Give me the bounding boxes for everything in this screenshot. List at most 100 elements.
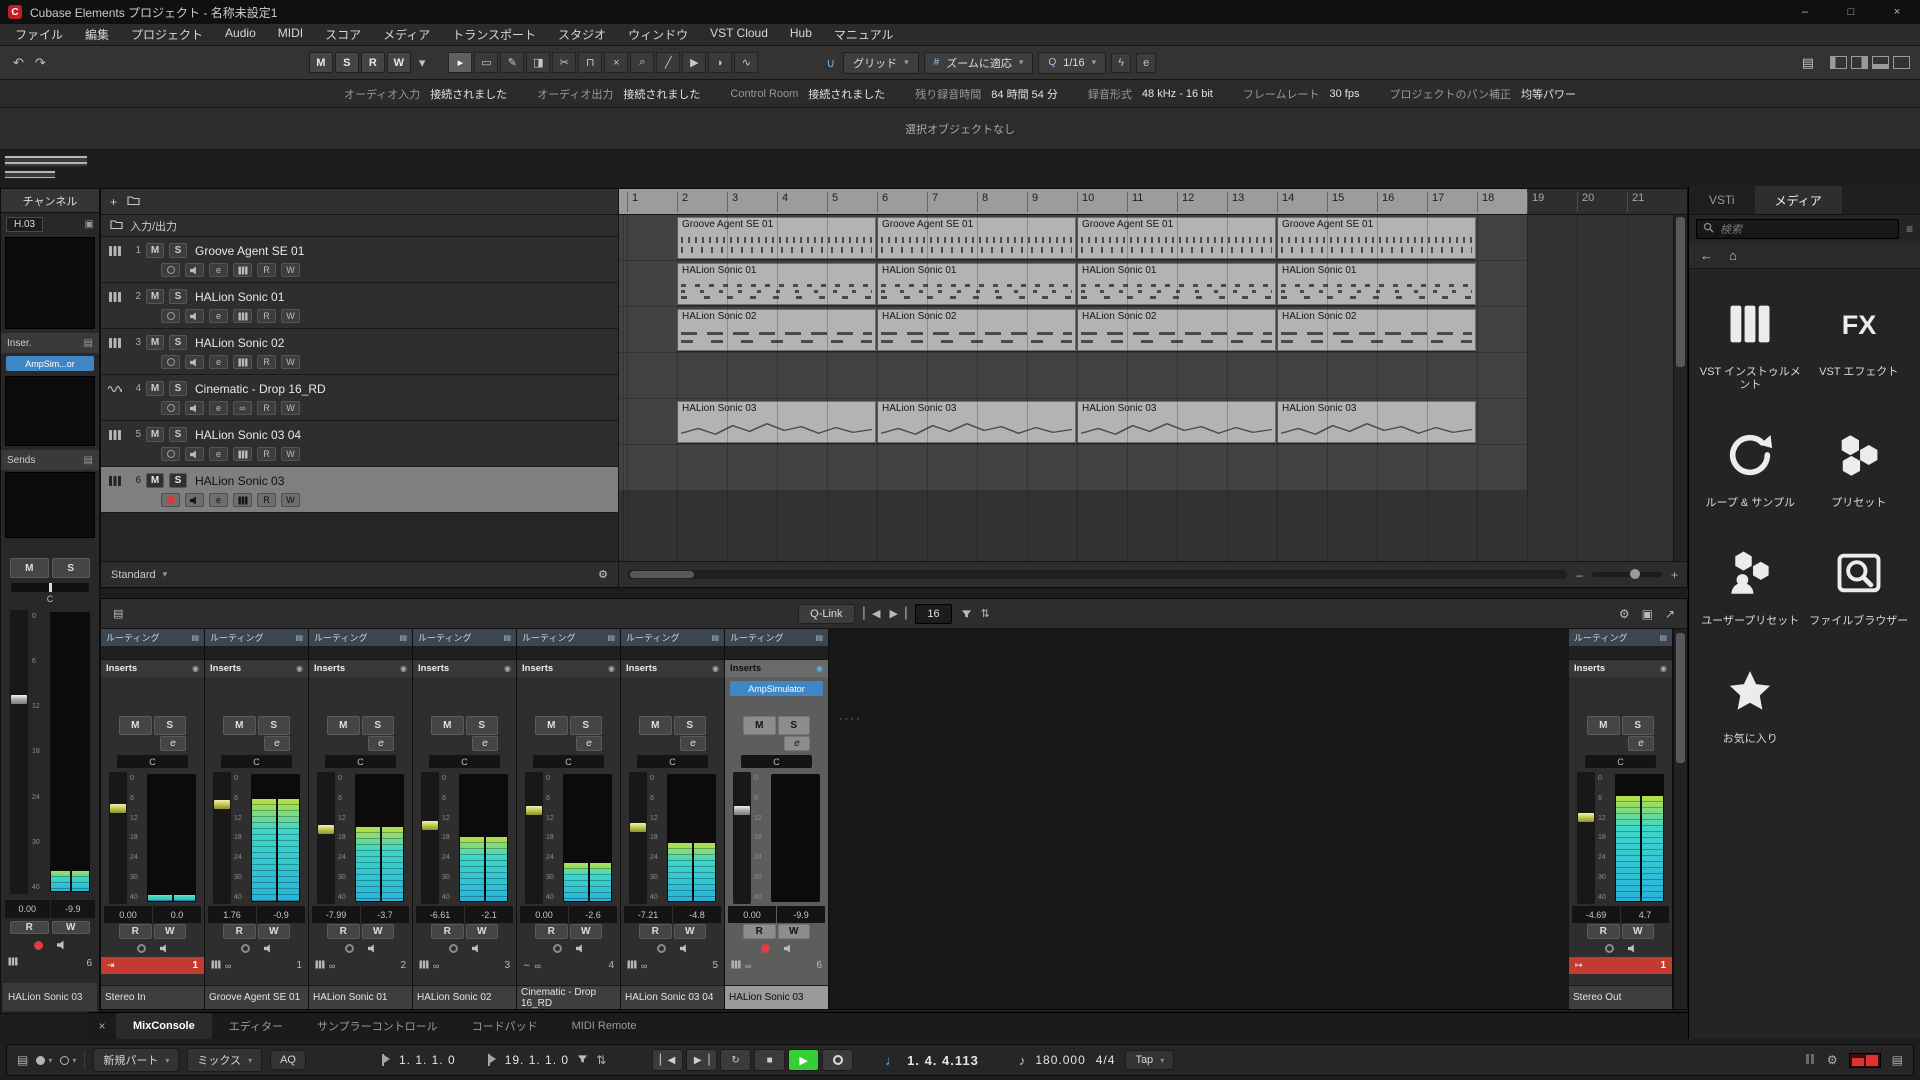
inserts-rack[interactable]: Inserts◉ <box>621 660 724 677</box>
media-search-input[interactable]: 検索 <box>1696 219 1899 239</box>
routing-slot[interactable] <box>413 646 516 660</box>
record-enable-button[interactable] <box>345 944 354 953</box>
read-button[interactable]: R <box>257 263 276 277</box>
routing-slot[interactable] <box>205 646 308 660</box>
record-button[interactable] <box>822 1049 853 1071</box>
solo-button[interactable]: S <box>1622 716 1655 735</box>
channel-name[interactable]: Stereo Out <box>1569 985 1672 1009</box>
write-button[interactable]: W <box>778 924 811 939</box>
tool-glue[interactable]: ⊓ <box>578 52 602 73</box>
mixer-strip-4[interactable]: ルーティング▤ Inserts◉ M S e C 061218243040 0.… <box>517 629 621 1009</box>
monitor-button[interactable] <box>472 944 481 953</box>
mute-button[interactable]: M <box>743 716 776 735</box>
edit-channel-button[interactable]: e <box>209 493 228 507</box>
menu-item-0[interactable]: ファイル <box>4 26 74 43</box>
routing-rack[interactable]: ルーティング▤ <box>101 629 204 646</box>
tool-split[interactable]: ✂ <box>552 52 576 73</box>
edit-channel-button[interactable]: e <box>209 355 228 369</box>
write-button[interactable]: W <box>281 355 300 369</box>
pan-control[interactable]: C <box>533 755 604 768</box>
read-button[interactable]: R <box>639 924 672 939</box>
menu-item-1[interactable]: 編集 <box>74 26 120 43</box>
edit-channel-button[interactable]: e <box>209 263 228 277</box>
right-locator-flag[interactable] <box>488 1054 497 1066</box>
peak-value[interactable]: -9.9 <box>777 906 825 923</box>
midi-part[interactable]: HALion Sonic 03 <box>877 401 1076 443</box>
gear-icon[interactable]: ⚙ <box>1619 607 1630 621</box>
record-enable-button[interactable] <box>161 493 180 507</box>
keyboard-icon[interactable]: ▤ <box>17 1053 28 1067</box>
mute-button[interactable]: M <box>119 716 152 735</box>
volume-fader[interactable] <box>10 610 28 894</box>
insert-slot-ampsimulator[interactable]: AmpSim...or <box>6 356 94 371</box>
menu-item-4[interactable]: MIDI <box>267 26 314 43</box>
close-lower-zone-button[interactable]: × <box>88 1019 116 1033</box>
mute-button[interactable]: M <box>223 716 256 735</box>
pan-control[interactable]: C <box>637 755 708 768</box>
record-enable-button[interactable] <box>241 944 250 953</box>
mixer-strip-3[interactable]: ルーティング▤ Inserts◉ M S e C 061218243040 -6… <box>413 629 517 1009</box>
track-4[interactable]: 4 M S Cinematic - Drop 16_RD e ∞ R W <box>101 375 618 421</box>
routing-rack[interactable]: ルーティング▤ <box>205 629 308 646</box>
pan-control[interactable]: C <box>117 755 188 768</box>
setup-toolbar-icon[interactable]: ▤ <box>1799 55 1817 71</box>
write-button[interactable]: W <box>570 924 603 939</box>
mixer-strip-1[interactable]: ルーティング▤ Inserts◉ M S e C 061218243040 1.… <box>205 629 309 1009</box>
back-icon[interactable]: ← <box>1700 248 1713 263</box>
monitor-button[interactable] <box>185 355 204 369</box>
peak-value[interactable]: -2.1 <box>465 906 513 923</box>
peak-value[interactable]: -0.9 <box>257 906 305 923</box>
record-enable-button[interactable] <box>137 944 146 953</box>
locator-arrows-icon[interactable]: ⇅ <box>596 1053 606 1067</box>
midi-part[interactable]: Groove Agent SE 01 <box>677 217 876 259</box>
fader-value[interactable]: -7.21 <box>624 906 672 923</box>
quantize-panel-icon[interactable]: e <box>1136 53 1156 73</box>
onscreen-keyboard-icon[interactable]: ▤ <box>1892 1053 1903 1067</box>
mixer-strip-6[interactable]: ルーティング▤ Inserts◉ AmpSimulator M S e C 06… <box>725 629 829 1009</box>
peak-value[interactable]: 0.0 <box>153 906 201 923</box>
read-button[interactable]: R <box>743 924 776 939</box>
routing-slot[interactable] <box>1569 646 1672 660</box>
inserts-section[interactable]: Inser. ▤ <box>1 333 99 353</box>
record-enable-button[interactable] <box>161 263 180 277</box>
edit-channel-button[interactable]: e <box>1628 736 1654 751</box>
record-enable-button[interactable] <box>161 309 180 323</box>
pan-control[interactable]: C <box>741 755 812 768</box>
monitor-button[interactable] <box>784 944 793 953</box>
channel-name[interactable]: HALion Sonic 03 04 <box>621 985 724 1009</box>
channel-name[interactable]: HALion Sonic 02 <box>413 985 516 1009</box>
stop-button[interactable]: ■ <box>754 1049 785 1071</box>
monitor-button[interactable] <box>1628 944 1637 953</box>
global-r-button[interactable]: R <box>361 52 385 73</box>
read-button[interactable]: R <box>1587 924 1620 939</box>
record-enable-button[interactable] <box>161 401 180 415</box>
mixer-strip-2[interactable]: ルーティング▤ Inserts◉ M S e C 061218243040 -7… <box>309 629 413 1009</box>
mixer-settings-icon[interactable]: ▤ <box>113 607 123 620</box>
media-tile-fx[interactable]: FX VST エフェクト <box>1808 291 1911 392</box>
track-name[interactable]: HALion Sonic 01 <box>195 290 284 304</box>
sort-icon[interactable]: ⇅ <box>981 607 990 620</box>
instrument-icon[interactable] <box>233 493 252 507</box>
tool-play[interactable]: ▶ <box>682 52 706 73</box>
routing-slot[interactable] <box>309 646 412 660</box>
fader-value[interactable]: 0.00 <box>104 906 152 923</box>
global-s-button[interactable]: S <box>335 52 359 73</box>
routing-slot[interactable] <box>101 646 204 660</box>
record-enable-button[interactable] <box>34 941 43 950</box>
mixer-scrollbar[interactable] <box>1673 629 1687 1009</box>
read-button[interactable]: R <box>257 355 276 369</box>
inserts-rack[interactable]: Inserts◉ <box>413 660 516 677</box>
read-button[interactable]: R <box>10 921 49 934</box>
midi-part[interactable]: HALion Sonic 03 <box>677 401 876 443</box>
edit-channel-button[interactable]: e <box>209 309 228 323</box>
routing-rack[interactable]: ルーティング▤ <box>309 629 412 646</box>
media-tile-loop[interactable]: ループ & サンプル <box>1699 422 1802 510</box>
project-horizontal-scrollbar[interactable] <box>628 570 1567 579</box>
track-name[interactable]: Groove Agent SE 01 <box>195 244 304 258</box>
monitor-button[interactable] <box>576 944 585 953</box>
media-tile-file-browser[interactable]: ファイルブラウザー <box>1808 540 1911 628</box>
fader-value[interactable]: 1.76 <box>208 906 256 923</box>
goto-end-button[interactable]: ▶▕ <box>686 1049 717 1071</box>
solo-button[interactable]: S <box>362 716 395 735</box>
window-zone-toggles[interactable] <box>1826 56 1910 69</box>
